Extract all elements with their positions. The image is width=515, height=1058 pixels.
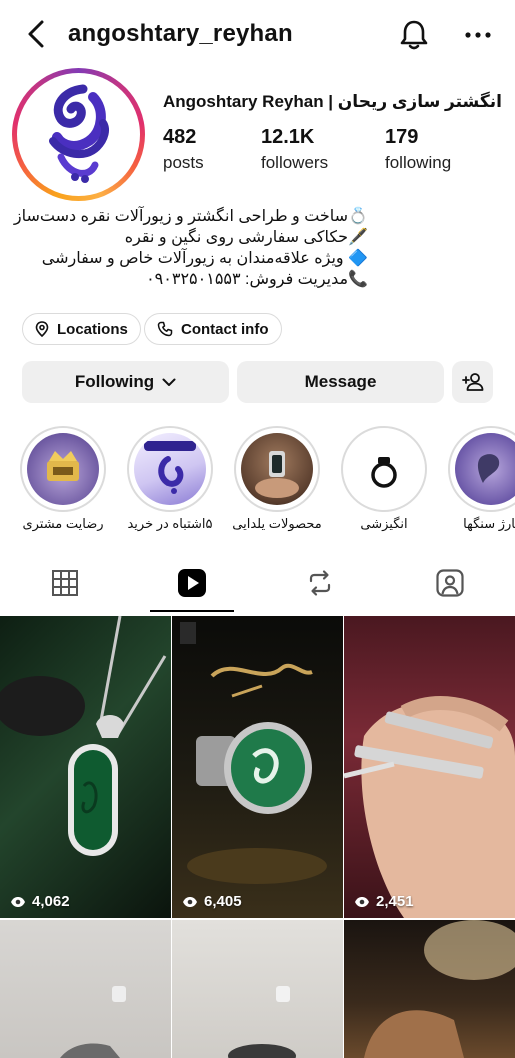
contact-info-label: Contact info [181, 320, 269, 338]
following-stat[interactable]: 179 following [385, 126, 451, 173]
product-image [228, 986, 296, 1058]
message-button[interactable]: Message [237, 361, 444, 403]
eye-icon [11, 896, 25, 907]
followers-stat[interactable]: 12.1K followers [261, 126, 328, 173]
contact-info-pill[interactable]: Contact info [144, 313, 282, 345]
profile-header: angoshtary_reyhan [0, 0, 515, 70]
bio-line: 💍ساخت و طراحی انگشتر و زیورآلات نقره دست… [13, 208, 368, 225]
reels-grid: 4,062 6,405 2,451 [0, 616, 515, 1058]
back-arrow-icon[interactable] [22, 18, 50, 50]
ring-icon [371, 457, 397, 488]
profile-tabs [0, 560, 515, 612]
locations-pill[interactable]: Locations [22, 313, 141, 345]
reel-thumbnail[interactable]: 2,451 [344, 616, 515, 918]
pendant-image [0, 616, 167, 856]
reposts-tab-icon[interactable] [305, 568, 335, 598]
story-highlight[interactable] [20, 426, 106, 512]
highlight-label: ۵اشتباه در خرید [127, 516, 213, 531]
profile-username: angoshtary_reyhan [68, 20, 293, 47]
bio-line[interactable]: 📞مدیریت فروش: ۰۹۰۳۲۵۰۱۵۵۳ [8, 269, 368, 290]
following-count: 179 [385, 126, 419, 148]
gemstone-icon [477, 454, 500, 483]
view-count: 2,451 [354, 893, 414, 910]
notification-bell-icon[interactable] [398, 18, 430, 52]
reel-thumbnail[interactable] [0, 920, 171, 1058]
reel-thumbnail[interactable]: 4,062 [0, 616, 171, 918]
following-button-label: Following [74, 372, 155, 391]
highlight-label: محصولات یلدایی [232, 516, 322, 531]
view-count: 4,062 [10, 893, 70, 910]
active-tab-indicator [150, 610, 234, 612]
phone-icon [157, 321, 173, 337]
highlight-cover [241, 433, 313, 505]
view-count: 6,405 [182, 893, 242, 910]
profile-avatar[interactable] [12, 68, 145, 201]
avatar-background [17, 73, 140, 196]
hand-bracelet-image [344, 696, 515, 918]
grid-posts-tab-icon[interactable] [50, 568, 80, 598]
posts-stat[interactable]: 482 posts [163, 126, 204, 173]
reyhan-logo-icon [144, 441, 196, 494]
reel-thumbnail[interactable] [344, 920, 515, 1058]
following-button[interactable]: Following [22, 361, 229, 403]
followers-label: followers [261, 153, 329, 172]
eye-icon [355, 896, 369, 907]
view-count-value: 2,451 [376, 893, 414, 910]
reel-thumbnail[interactable]: 6,405 [172, 616, 343, 918]
ring-image [180, 622, 327, 884]
posts-count: 482 [163, 126, 197, 148]
more-options-icon[interactable] [463, 22, 493, 48]
bio-line: 🔷 ویژه علاقه‌مندان به زیورآلات خاص و سفا… [41, 250, 368, 267]
highlight-label: رضایت مشتری [22, 516, 104, 531]
bio-line: 🖋️حکاکی سفارشی روی نگین و نقره [124, 229, 368, 246]
story-highlight[interactable] [341, 426, 427, 512]
story-highlight[interactable] [127, 426, 213, 512]
suggested-users-button[interactable] [452, 361, 493, 403]
highlight-cover [455, 433, 515, 505]
story-highlight[interactable] [234, 426, 320, 512]
reel-thumbnail[interactable] [172, 920, 343, 1058]
chevron-down-icon [162, 378, 176, 386]
highlight-cover [348, 433, 420, 505]
add-user-icon [461, 373, 483, 391]
product-image [60, 986, 126, 1058]
highlight-label: بارژ سنگها [463, 516, 515, 531]
highlight-label: انگیزشی [360, 516, 408, 531]
followers-count: 12.1K [261, 126, 315, 148]
message-button-label: Message [304, 372, 377, 391]
location-pin-icon [35, 321, 49, 337]
profile-bio: 💍ساخت و طراحی انگشتر و زیورآلات نقره دست… [8, 206, 368, 290]
profile-display-name: Angoshtary Reyhan | انگشتر سازی ریحان [163, 92, 502, 111]
highlight-cover [27, 433, 99, 505]
locations-label: Locations [57, 320, 128, 338]
highlight-cover [134, 433, 206, 505]
hand-ring-image [364, 920, 515, 1058]
story-highlight[interactable] [448, 426, 515, 512]
view-count-value: 6,405 [204, 893, 242, 910]
eye-icon [183, 896, 197, 907]
reels-tab-icon[interactable] [177, 568, 207, 598]
ring-product-icon [255, 451, 299, 498]
following-label: following [385, 153, 452, 172]
posts-label: posts [163, 153, 204, 172]
crown-badge-icon [47, 451, 79, 481]
reyhan-logo-icon [49, 84, 109, 183]
tagged-tab-icon[interactable] [435, 568, 465, 598]
view-count-value: 4,062 [32, 893, 70, 910]
